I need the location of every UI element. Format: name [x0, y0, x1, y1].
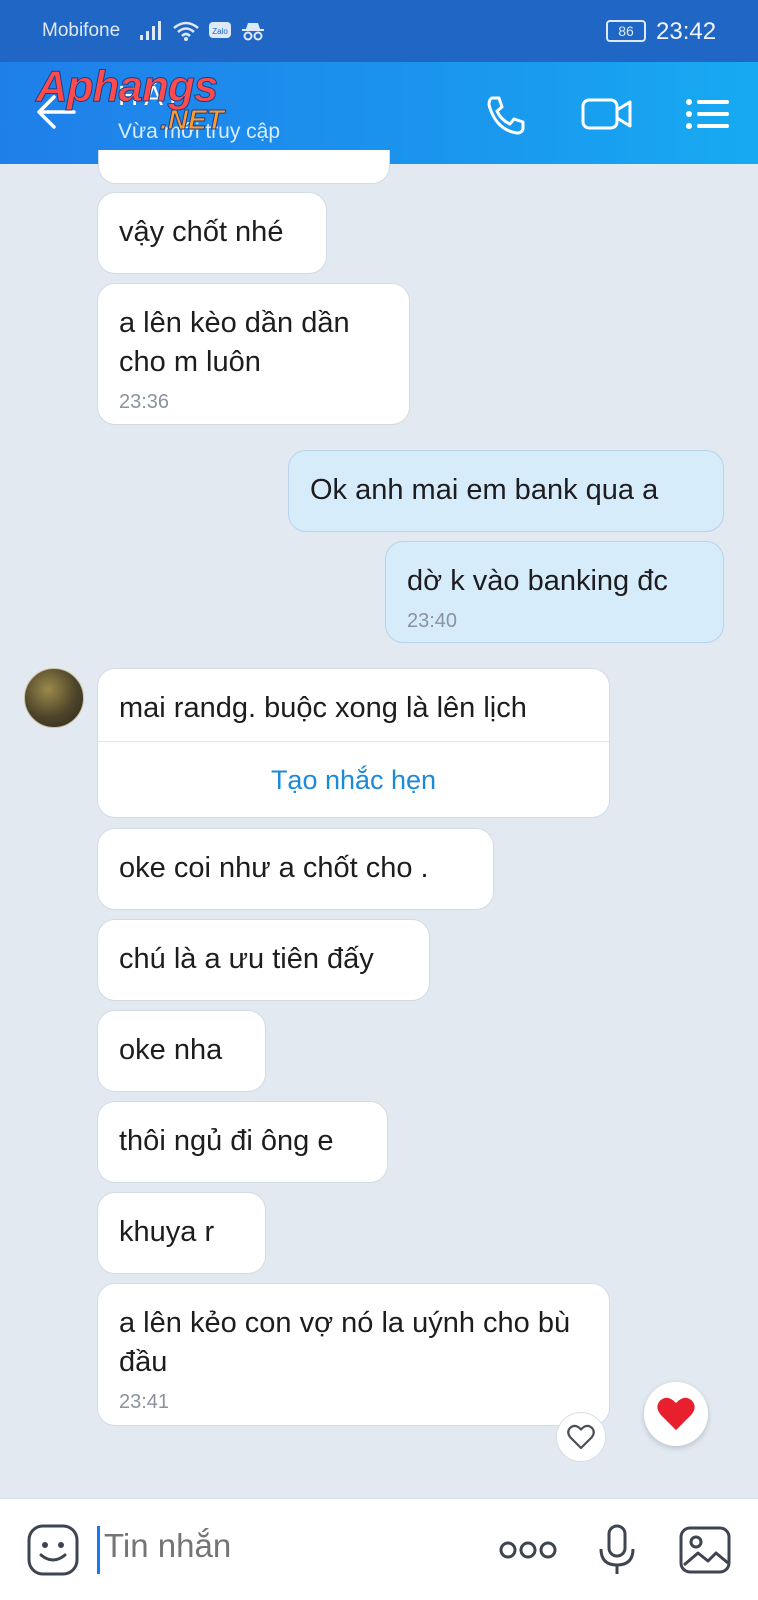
- message-bubble[interactable]: mai randg. buộc xong là lên lịch Tạo nhắ…: [97, 668, 610, 818]
- microphone-icon[interactable]: [590, 1523, 644, 1577]
- message-text: Ok anh mai em bank qua a: [310, 474, 659, 506]
- menu-icon[interactable]: [684, 92, 732, 136]
- signal-icon: [140, 21, 161, 40]
- message-bubble[interactable]: a lên kẻo con vợ nó la uýnh cho bù đầu 2…: [97, 1283, 610, 1426]
- message-bubble[interactable]: thôi ngủ đi ông e: [97, 1101, 388, 1183]
- sticker-icon[interactable]: [26, 1523, 80, 1577]
- watermark-suffix: .NET: [160, 104, 225, 136]
- message-bubble[interactable]: oke coi như a chốt cho .: [97, 828, 494, 910]
- image-icon[interactable]: [678, 1523, 732, 1577]
- clock: 23:42: [656, 18, 717, 45]
- status-icons: Zalo: [138, 18, 266, 44]
- status-bar: Mobifone Zalo 86 23:42: [0, 0, 758, 62]
- message-bubble[interactable]: chú là a ưu tiên đấy: [97, 919, 430, 1001]
- message-bubble[interactable]: a lên kèo dần dần cho m luôn 23:36: [97, 283, 410, 425]
- message-text: mai randg. buộc xong là lên lịch: [119, 692, 527, 724]
- contact-avatar[interactable]: [24, 668, 84, 728]
- heart-icon: [657, 1397, 695, 1431]
- my-message-bubble[interactable]: dờ k vào banking đc 23:40: [385, 541, 724, 643]
- message-text: vậy chốt nhé: [119, 216, 284, 248]
- wifi-icon: [173, 21, 199, 41]
- more-icon[interactable]: [498, 1523, 558, 1577]
- message-text: chú là a ưu tiên đấy: [119, 943, 374, 975]
- chat-header: HẢI Vừa mới truy cập Aphangs .NET: [0, 62, 758, 164]
- message-bubble[interactable]: oke nha: [97, 1010, 266, 1092]
- message-text: oke coi như a chốt cho .: [119, 852, 429, 884]
- message-time: 23:40: [407, 610, 458, 632]
- zalo-icon: Zalo: [209, 22, 231, 38]
- my-message-bubble[interactable]: Ok anh mai em bank qua a: [288, 450, 724, 532]
- phone-icon[interactable]: [482, 92, 530, 136]
- message-bubble[interactable]: khuya r: [97, 1192, 266, 1274]
- message-time: 23:36: [119, 391, 170, 413]
- text-cursor: [97, 1526, 100, 1574]
- battery-indicator: 86: [606, 20, 646, 42]
- watermark-logo: Aphangs .NET: [35, 62, 276, 142]
- message-text: a lên kèo dần dần cho m luôn: [119, 307, 350, 378]
- zalo-badge-text: Zalo: [212, 27, 228, 36]
- message-text: dờ k vào banking đc: [407, 565, 668, 597]
- message-text: khuya r: [119, 1216, 215, 1248]
- incognito-icon: [242, 23, 264, 41]
- message-input-bar: [0, 1498, 758, 1600]
- carrier-name: Mobifone: [42, 20, 121, 41]
- partial-message-bubble: [98, 150, 390, 184]
- message-text: oke nha: [119, 1034, 223, 1066]
- message-text: a lên kẻo con vợ nó la uýnh cho bù đầu: [119, 1307, 571, 1378]
- message-input[interactable]: [104, 1527, 464, 1565]
- create-reminder-link[interactable]: Tạo nhắc hẹn: [98, 741, 609, 817]
- add-reaction-button[interactable]: [556, 1412, 606, 1462]
- message-bubble[interactable]: vậy chốt nhé: [97, 192, 327, 274]
- heart-outline-icon: [567, 1424, 595, 1450]
- heart-reaction-button[interactable]: [644, 1382, 708, 1446]
- message-text: thôi ngủ đi ông e: [119, 1125, 334, 1157]
- video-call-icon[interactable]: [580, 92, 634, 136]
- message-time: 23:41: [119, 1391, 170, 1413]
